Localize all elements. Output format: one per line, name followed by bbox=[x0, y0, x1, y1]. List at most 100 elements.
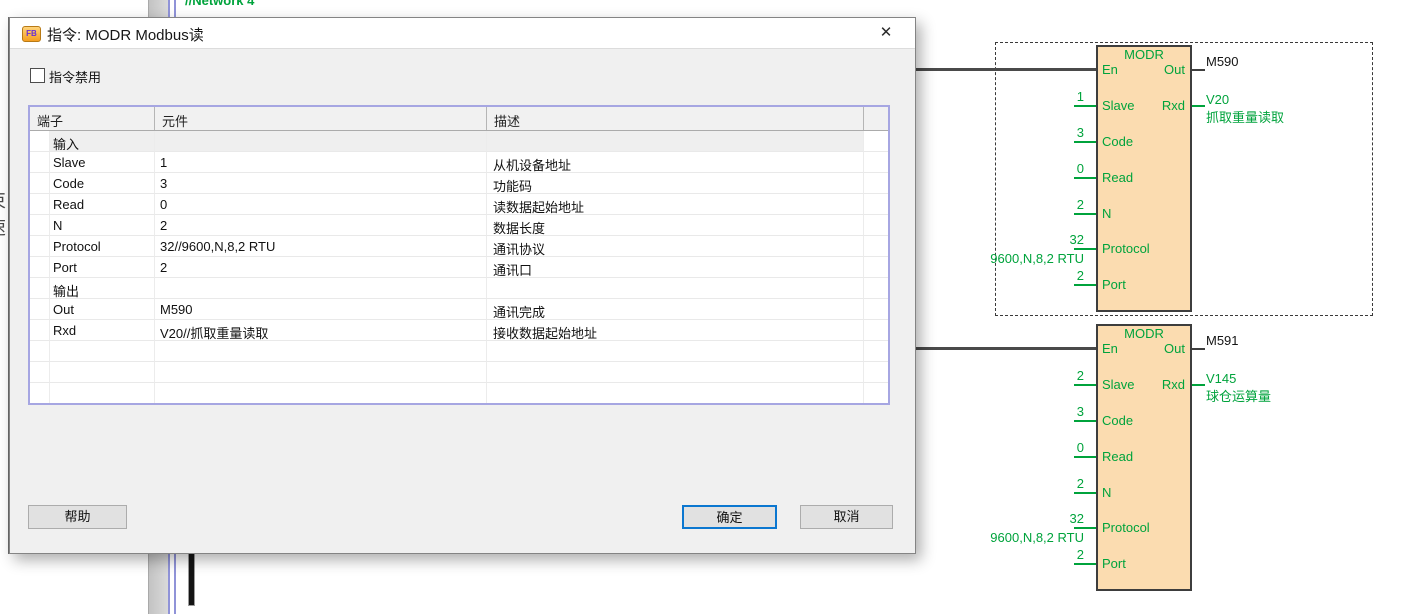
pin-label-port: Port bbox=[1102, 556, 1126, 571]
cell-c1: 输入 bbox=[50, 131, 155, 152]
table-row[interactable]: Protocol32//9600,N,8,2 RTU通讯协议 bbox=[30, 236, 888, 257]
cell-clast bbox=[864, 131, 888, 152]
cell-c3 bbox=[487, 383, 864, 404]
cell-c1 bbox=[50, 341, 155, 362]
cell-c3 bbox=[487, 278, 864, 299]
network-cursor-bar bbox=[188, 553, 195, 606]
pin-label-read: Read bbox=[1102, 449, 1133, 464]
cell-clast bbox=[864, 215, 888, 236]
table-row[interactable]: N2数据长度 bbox=[30, 215, 888, 236]
rxd-operand[interactable]: V145 bbox=[1206, 371, 1236, 386]
pin-label-read: Read bbox=[1102, 170, 1133, 185]
table-row[interactable] bbox=[30, 383, 888, 404]
cell-c3: 接收数据起始地址 bbox=[487, 320, 864, 341]
instruction-dialog: FB 指令: MODR Modbus读 ✕ 指令禁用 端子元件描述 输入Slav… bbox=[9, 17, 916, 554]
rxd-operand-comment: 抓取重量读取 bbox=[1206, 110, 1284, 125]
pin-value[interactable]: 32 bbox=[984, 232, 1084, 247]
cancel-button[interactable]: 取消 bbox=[800, 505, 893, 529]
cell-gut bbox=[30, 173, 50, 194]
rxd-operand[interactable]: V20 bbox=[1206, 92, 1229, 107]
pin-label-port: Port bbox=[1102, 277, 1126, 292]
pin-wire-stub bbox=[1074, 420, 1096, 422]
table-header-cell[interactable]: 描述 bbox=[487, 107, 864, 130]
table-header-row: 端子元件描述 bbox=[30, 107, 888, 131]
cell-gut bbox=[30, 215, 50, 236]
cell-c2 bbox=[155, 362, 487, 383]
clipped-text-fragment: 束 速 bbox=[0, 188, 7, 242]
table-header-cell[interactable]: 元件 bbox=[155, 107, 487, 130]
cell-gut bbox=[30, 299, 50, 320]
out-operand[interactable]: M590 bbox=[1206, 54, 1239, 69]
cell-c1: Out bbox=[50, 299, 155, 320]
table-body: 输入Slave1从机设备地址Code3功能码Read0读数据起始地址N2数据长度… bbox=[30, 131, 888, 404]
cell-c1 bbox=[50, 383, 155, 404]
fb-instruction-icon: FB bbox=[22, 26, 41, 42]
ok-button[interactable]: 确定 bbox=[682, 505, 777, 529]
pin-value[interactable]: 2 bbox=[984, 268, 1084, 283]
cell-gut bbox=[30, 383, 50, 404]
cell-clast bbox=[864, 257, 888, 278]
cell-gut bbox=[30, 362, 50, 383]
table-row[interactable]: Port2通讯口 bbox=[30, 257, 888, 278]
pin-value[interactable]: 2 bbox=[984, 476, 1084, 491]
cell-c1: Code bbox=[50, 173, 155, 194]
cell-gut bbox=[30, 194, 50, 215]
cell-clast bbox=[864, 362, 888, 383]
table-row[interactable]: 输入 bbox=[30, 131, 888, 152]
table-row[interactable]: OutM590通讯完成 bbox=[30, 299, 888, 320]
out-operand[interactable]: M591 bbox=[1206, 333, 1239, 348]
pin-value[interactable]: 0 bbox=[984, 440, 1084, 455]
cell-gut bbox=[30, 257, 50, 278]
pin-value[interactable]: 2 bbox=[984, 368, 1084, 383]
cell-c2: 0 bbox=[155, 194, 487, 215]
pin-wire-stub bbox=[1074, 141, 1096, 143]
cell-clast bbox=[864, 341, 888, 362]
dialog-titlebar[interactable]: FB 指令: MODR Modbus读 ✕ bbox=[10, 18, 915, 49]
cell-gut bbox=[30, 341, 50, 362]
pin-label-protocol: Protocol bbox=[1102, 520, 1150, 535]
pin-value[interactable]: 0 bbox=[984, 161, 1084, 176]
table-row[interactable] bbox=[30, 341, 888, 362]
table-row[interactable]: 输出 bbox=[30, 278, 888, 299]
cell-c1: Read bbox=[50, 194, 155, 215]
pin-value-comment: 9600,N,8,2 RTU bbox=[951, 530, 1084, 545]
cell-gut bbox=[30, 320, 50, 341]
cell-c3: 从机设备地址 bbox=[487, 152, 864, 173]
cell-c2 bbox=[155, 341, 487, 362]
cell-c2: V20//抓取重量读取 bbox=[155, 320, 487, 341]
cell-c1: Protocol bbox=[50, 236, 155, 257]
pin-label-n: N bbox=[1102, 206, 1111, 221]
pin-value[interactable]: 2 bbox=[984, 197, 1084, 212]
rxd-wire-stub bbox=[1192, 105, 1205, 107]
table-row[interactable]: RxdV20//抓取重量读取接收数据起始地址 bbox=[30, 320, 888, 341]
pin-value[interactable]: 2 bbox=[984, 547, 1084, 562]
pin-wire-stub bbox=[1074, 527, 1096, 529]
pin-value[interactable]: 32 bbox=[984, 511, 1084, 526]
cell-c3: 读数据起始地址 bbox=[487, 194, 864, 215]
cell-c3: 通讯完成 bbox=[487, 299, 864, 320]
pin-label-code: Code bbox=[1102, 134, 1133, 149]
cell-c2: 32//9600,N,8,2 RTU bbox=[155, 236, 487, 257]
table-row[interactable]: Code3功能码 bbox=[30, 173, 888, 194]
pin-wire-stub bbox=[1074, 284, 1096, 286]
pin-value[interactable]: 1 bbox=[984, 89, 1084, 104]
table-header-cell[interactable] bbox=[864, 107, 888, 130]
help-button[interactable]: 帮助 bbox=[28, 505, 127, 529]
cell-c3: 功能码 bbox=[487, 173, 864, 194]
close-icon[interactable]: ✕ bbox=[871, 21, 901, 45]
rxd-operand-comment: 球仓运算量 bbox=[1206, 389, 1271, 404]
cell-c2: M590 bbox=[155, 299, 487, 320]
table-header-cell[interactable]: 端子 bbox=[30, 107, 155, 130]
pin-value[interactable]: 3 bbox=[984, 404, 1084, 419]
cell-c3: 数据长度 bbox=[487, 215, 864, 236]
pin-label-slave: Slave bbox=[1102, 377, 1135, 392]
cell-clast bbox=[864, 152, 888, 173]
table-row[interactable]: Slave1从机设备地址 bbox=[30, 152, 888, 173]
pin-label-code: Code bbox=[1102, 413, 1133, 428]
instruction-disable-checkbox[interactable] bbox=[30, 68, 45, 83]
table-row[interactable] bbox=[30, 362, 888, 383]
pin-value[interactable]: 3 bbox=[984, 125, 1084, 140]
table-row[interactable]: Read0读数据起始地址 bbox=[30, 194, 888, 215]
dialog-title: 指令: MODR Modbus读 bbox=[47, 24, 204, 45]
cell-c3: 通讯协议 bbox=[487, 236, 864, 257]
